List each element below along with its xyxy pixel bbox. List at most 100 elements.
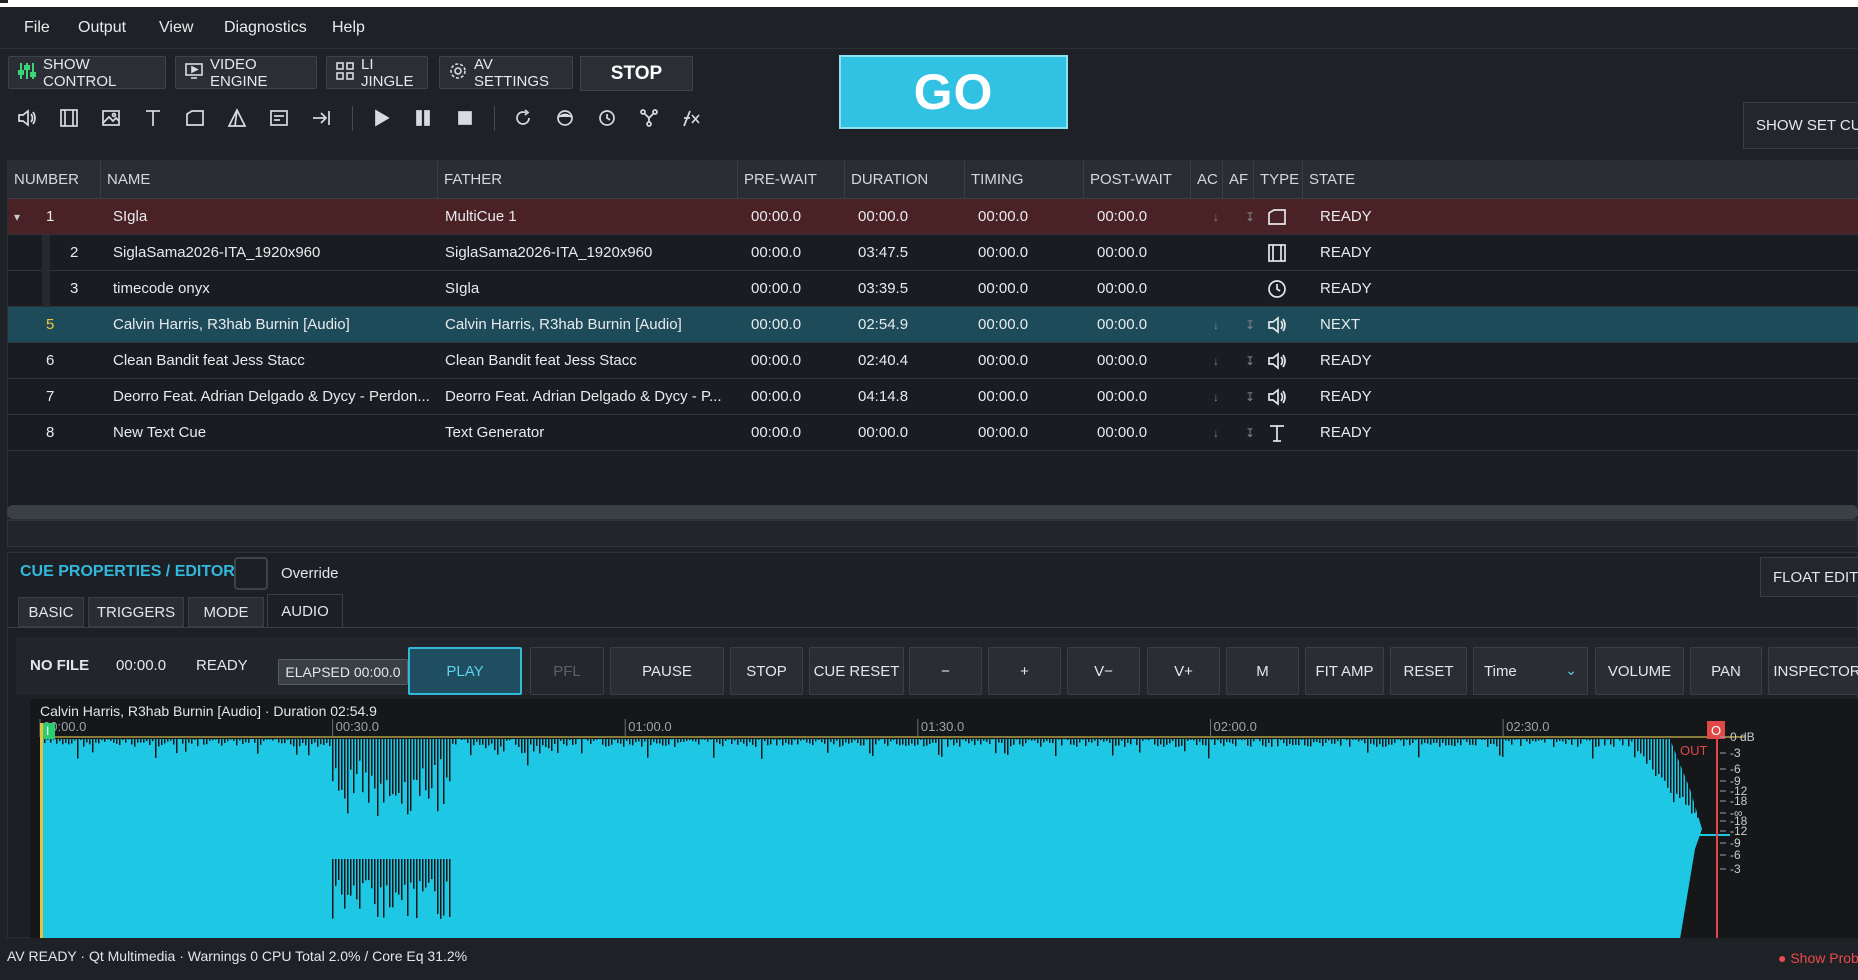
table-row[interactable]: 5 Calvin Harris, R3hab Burnin [Audio] Calv… — [8, 307, 1858, 343]
av-settings-button[interactable]: AV SETTINGS — [439, 56, 573, 90]
triangle-icon[interactable] — [222, 103, 252, 133]
db-label: -6 — [1730, 848, 1741, 862]
text-icon[interactable] — [138, 103, 168, 133]
note-icon[interactable] — [264, 103, 294, 133]
clock-icon[interactable] — [592, 103, 622, 133]
col-state[interactable]: STATE — [1303, 161, 1858, 199]
auto-follow-icon[interactable]: ↧ — [1245, 343, 1255, 379]
waveform-display[interactable]: 00:00.0 00:30.0 01:00.0 01:30.0 02:00.0 02:30… — [30, 699, 1858, 939]
table-row[interactable]: 7 Deorro Feat. Adrian Delgado & Dycy - Pe… — [8, 379, 1858, 415]
auto-continue-icon[interactable]: ↓ — [1213, 307, 1219, 343]
tab-audio[interactable]: AUDIO — [267, 594, 343, 628]
cue-name: Calvin Harris, R3hab Burnin [Audio] — [113, 316, 350, 333]
auto-follow-icon[interactable]: ↧ — [1245, 199, 1255, 235]
play-button[interactable]: PLAY — [408, 647, 522, 695]
table-horizontal-scrollbar[interactable] — [7, 505, 1858, 519]
auto-follow-icon[interactable]: ↧ — [1245, 415, 1255, 451]
col-ac[interactable]: AC — [1191, 161, 1223, 199]
arrow-right-bar-icon[interactable] — [306, 103, 336, 133]
show-set-cue-button[interactable]: SHOW SET CUE — [1743, 102, 1858, 149]
gear-icon — [448, 61, 468, 85]
time-mode-select[interactable]: Time ⌄ — [1473, 647, 1588, 695]
tab-triggers[interactable]: TRIGGERS — [88, 597, 184, 627]
pause-icon[interactable] — [408, 103, 438, 133]
network-icon[interactable] — [634, 103, 664, 133]
cue-number: 8 — [46, 424, 55, 441]
li-jingle-button[interactable]: LI JINGLE — [326, 56, 428, 90]
cue-duration: 02:54.9 — [858, 316, 909, 333]
zoom-in-button[interactable]: + — [988, 647, 1061, 695]
expand-arrow-icon[interactable]: ▾ — [14, 199, 20, 235]
cue-post-wait: 00:00.0 — [1097, 424, 1148, 441]
auto-continue-icon[interactable]: ↓ — [1213, 379, 1219, 415]
override-checkbox[interactable] — [234, 557, 268, 590]
menu-file[interactable]: File — [24, 19, 50, 37]
cue-reset-button[interactable]: CUE RESET — [809, 647, 904, 695]
col-post-wait[interactable]: POST-WAIT — [1084, 161, 1191, 199]
auto-continue-icon[interactable]: ↓ — [1213, 415, 1219, 451]
cue-number: 3 — [70, 280, 79, 297]
menu-output[interactable]: Output — [78, 19, 126, 37]
menu-help[interactable]: Help — [332, 19, 365, 37]
auto-continue-icon[interactable]: ↓ — [1213, 343, 1219, 379]
auto-follow-icon[interactable]: ↧ — [1245, 307, 1255, 343]
speaker-icon[interactable] — [12, 103, 42, 133]
table-row[interactable]: 8 New Text Cue Text Generator 00:00.0 00:00.… — [8, 415, 1858, 451]
auto-continue-icon[interactable]: ↓ — [1213, 199, 1219, 235]
reset-button[interactable]: RESET — [1390, 647, 1467, 695]
time-mark: 01:30.0 — [921, 719, 964, 734]
pfl-button[interactable]: PFL — [530, 647, 604, 695]
waveform-panel[interactable]: Calvin Harris, R3hab Burnin [Audio] · Du… — [30, 699, 1858, 939]
show-problems-indicator[interactable]: ● Show Prob — [1778, 950, 1858, 966]
stop-audio-button[interactable]: STOP — [730, 647, 803, 695]
menu-view[interactable]: View — [159, 19, 193, 37]
volume-up-button[interactable]: V+ — [1147, 647, 1220, 695]
title-strip-mark — [0, 0, 8, 3]
mute-button[interactable]: M — [1226, 647, 1299, 695]
table-row[interactable]: 6 Clean Bandit feat Jess Stacc Clean Bandi… — [8, 343, 1858, 379]
inspector-button[interactable]: INSPECTOR — [1768, 647, 1858, 695]
col-number[interactable]: NUMBER — [8, 161, 101, 199]
out-marker-line[interactable] — [1716, 737, 1718, 939]
float-editor-button[interactable]: FLOAT EDITOR — [1760, 557, 1858, 597]
show-control-button[interactable]: SHOW CONTROL — [8, 56, 166, 90]
zoom-out-button[interactable]: − — [909, 647, 982, 695]
cue-post-wait: 00:00.0 — [1097, 352, 1148, 369]
col-type[interactable]: TYPE — [1254, 161, 1303, 199]
stop-icon[interactable] — [450, 103, 480, 133]
volume-down-button[interactable]: V− — [1067, 647, 1140, 695]
play-icon[interactable] — [366, 103, 396, 133]
stop-button[interactable]: STOP — [580, 56, 693, 91]
cue-state: READY — [1320, 280, 1372, 297]
film-icon[interactable] — [54, 103, 84, 133]
in-marker-line[interactable] — [40, 723, 43, 939]
pan-button[interactable]: PAN — [1690, 647, 1762, 695]
time-mark: 01:00.0 — [628, 719, 671, 734]
table-row[interactable]: 3 timecode onyx SIgla 00:00.0 03:39.5 00:00.0… — [8, 271, 1858, 307]
image-icon[interactable] — [96, 103, 126, 133]
fit-amp-button[interactable]: FIT AMP — [1305, 647, 1384, 695]
refresh-icon[interactable] — [508, 103, 538, 133]
table-row[interactable]: ▾ 1 SIgla MultiCue 1 00:00.0 00:00.0 00:00.0 00… — [8, 199, 1858, 235]
auto-follow-icon[interactable]: ↧ — [1245, 379, 1255, 415]
fx-icon[interactable] — [676, 103, 706, 133]
col-duration[interactable]: DURATION — [845, 161, 965, 199]
circle-icon[interactable] — [550, 103, 580, 133]
video-engine-button[interactable]: VIDEO ENGINE — [175, 56, 317, 90]
cue-post-wait: 00:00.0 — [1097, 244, 1148, 261]
tab-mode[interactable]: MODE — [188, 597, 264, 627]
col-father[interactable]: FATHER — [438, 161, 738, 199]
menu-diagnostics[interactable]: Diagnostics — [224, 19, 307, 37]
cue-timing: 00:00.0 — [978, 244, 1029, 261]
grid-icon — [335, 61, 355, 85]
col-pre-wait[interactable]: PRE-WAIT — [738, 161, 845, 199]
tab-basic[interactable]: BASIC — [18, 597, 84, 627]
table-row[interactable]: 2 SiglaSama2026-ITA_1920x960 SiglaSama2026… — [8, 235, 1858, 271]
go-button[interactable]: GO — [839, 55, 1068, 129]
col-af[interactable]: AF — [1223, 161, 1254, 199]
col-name[interactable]: NAME — [101, 161, 438, 199]
volume-button[interactable]: VOLUME — [1595, 647, 1684, 695]
folder-icon[interactable] — [180, 103, 210, 133]
col-timing[interactable]: TIMING — [965, 161, 1084, 199]
pause-button[interactable]: PAUSE — [610, 647, 724, 695]
